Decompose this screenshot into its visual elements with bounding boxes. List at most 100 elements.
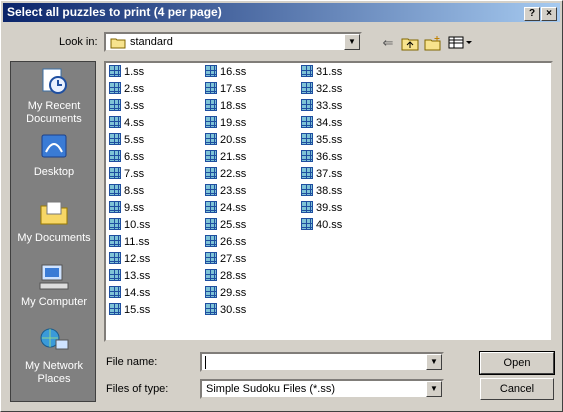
file-name: 9.ss (124, 202, 145, 214)
sudoku-file-icon (205, 201, 217, 213)
place-my-network-places[interactable]: My Network Places (11, 326, 97, 386)
file-item[interactable]: 2.ss (109, 81, 144, 97)
file-name: 31.ss (316, 66, 343, 78)
sudoku-file-icon (301, 99, 313, 111)
place-my-recent-documents[interactable]: My Recent Documents (11, 66, 97, 126)
file-item[interactable]: 7.ss (109, 166, 144, 182)
file-item[interactable]: 4.ss (109, 115, 144, 131)
file-item[interactable]: 13.ss (109, 268, 150, 284)
file-item[interactable]: 30.ss (205, 302, 246, 318)
sudoku-file-icon (205, 99, 217, 111)
place-label: Desktop (33, 166, 75, 178)
file-name: 37.ss (316, 168, 343, 180)
file-item[interactable]: 19.ss (205, 115, 246, 131)
file-name: 18.ss (220, 100, 247, 112)
sudoku-file-icon (205, 269, 217, 281)
help-button[interactable]: ? (524, 7, 540, 21)
sudoku-file-icon (301, 65, 313, 77)
sudoku-file-icon (109, 201, 121, 213)
file-item[interactable]: 11.ss (109, 234, 149, 250)
file-item[interactable]: 40.ss (301, 217, 342, 233)
file-item[interactable]: 15.ss (109, 302, 150, 318)
sudoku-file-icon (205, 133, 217, 145)
file-name: 21.ss (220, 151, 247, 163)
sudoku-file-icon (205, 286, 217, 298)
look-in-dropdown[interactable]: standard ▼ (104, 32, 362, 52)
up-folder-icon[interactable] (399, 33, 421, 53)
file-item[interactable]: 5.ss (109, 132, 144, 148)
window-title: Select all puzzles to print (4 per page) (7, 5, 222, 19)
file-name: 36.ss (316, 151, 343, 163)
place-desktop[interactable]: Desktop (11, 132, 97, 179)
place-label: My Documents (17, 232, 91, 244)
chevron-down-icon[interactable]: ▼ (426, 354, 442, 370)
place-label: My Computer (20, 296, 88, 308)
file-name: 17.ss (220, 83, 247, 95)
file-item[interactable]: 22.ss (205, 166, 246, 182)
file-item[interactable]: 26.ss (205, 234, 246, 250)
new-folder-icon[interactable] (422, 33, 444, 53)
desktop-icon (41, 134, 67, 158)
sudoku-file-icon (205, 303, 217, 315)
file-item[interactable]: 25.ss (205, 217, 246, 233)
file-item[interactable]: 27.ss (205, 251, 246, 267)
file-name: 14.ss (124, 287, 151, 299)
chevron-down-icon[interactable]: ▼ (344, 34, 360, 50)
sudoku-file-icon (205, 116, 217, 128)
file-item[interactable]: 1.ss (109, 64, 144, 80)
folder-icon (110, 38, 126, 49)
sudoku-file-icon (301, 133, 313, 145)
file-item[interactable]: 36.ss (301, 149, 342, 165)
my-computer-icon (39, 264, 69, 290)
place-my-computer[interactable]: My Computer (11, 262, 97, 309)
file-name: 10.ss (124, 219, 151, 231)
open-button[interactable]: Open (479, 351, 555, 375)
file-item[interactable]: 35.ss (301, 132, 342, 148)
file-item[interactable]: 20.ss (205, 132, 246, 148)
file-item[interactable]: 34.ss (301, 115, 342, 131)
file-type-select[interactable]: Simple Sudoku Files (*.ss) ▼ (200, 379, 444, 399)
view-menu-icon[interactable] (447, 33, 473, 53)
file-item[interactable]: 17.ss (205, 81, 246, 97)
file-item[interactable]: 6.ss (109, 149, 144, 165)
file-name: 7.ss (124, 168, 145, 180)
file-item[interactable]: 38.ss (301, 183, 342, 199)
title-bar[interactable]: Select all puzzles to print (4 per page)… (3, 3, 560, 22)
file-name: 39.ss (316, 202, 343, 214)
file-item[interactable]: 31.ss (301, 64, 342, 80)
sudoku-file-icon (301, 116, 313, 128)
file-item[interactable]: 33.ss (301, 98, 342, 114)
file-item[interactable]: 39.ss (301, 200, 342, 216)
file-name-input[interactable]: ▼ (200, 352, 444, 372)
file-item[interactable]: 29.ss (205, 285, 246, 301)
file-item[interactable]: 24.ss (205, 200, 246, 216)
file-item[interactable]: 3.ss (109, 98, 144, 114)
close-button[interactable]: × (541, 7, 557, 21)
sudoku-file-icon (109, 235, 121, 247)
sudoku-file-icon (301, 184, 313, 196)
file-item[interactable]: 28.ss (205, 268, 246, 284)
file-item[interactable]: 18.ss (205, 98, 246, 114)
file-name: 12.ss (124, 253, 151, 265)
file-item[interactable]: 10.ss (109, 217, 150, 233)
file-name: 22.ss (220, 168, 247, 180)
sudoku-file-icon (109, 65, 121, 77)
back-icon[interactable]: ⇐ (377, 33, 399, 53)
file-item[interactable]: 9.ss (109, 200, 144, 216)
file-item[interactable]: 37.ss (301, 166, 342, 182)
file-item[interactable]: 12.ss (109, 251, 150, 267)
file-item[interactable]: 21.ss (205, 149, 246, 165)
file-item[interactable]: 14.ss (109, 285, 150, 301)
place-my-documents[interactable]: My Documents (11, 198, 97, 245)
sudoku-file-icon (301, 150, 313, 162)
file-item[interactable]: 23.ss (205, 183, 246, 199)
cancel-button[interactable]: Cancel (480, 378, 554, 400)
file-name: 26.ss (220, 236, 247, 248)
my-documents-icon (40, 201, 68, 225)
file-item[interactable]: 32.ss (301, 81, 342, 97)
file-name: 30.ss (220, 304, 247, 316)
file-item[interactable]: 16.ss (205, 64, 246, 80)
file-list[interactable]: 1.ss 2.ss 3.ss 4.ss 5.ss 6.ss 7.ss 8.ss 9.ss 10.s… (104, 61, 553, 342)
file-item[interactable]: 8.ss (109, 183, 144, 199)
chevron-down-icon[interactable]: ▼ (426, 381, 442, 397)
